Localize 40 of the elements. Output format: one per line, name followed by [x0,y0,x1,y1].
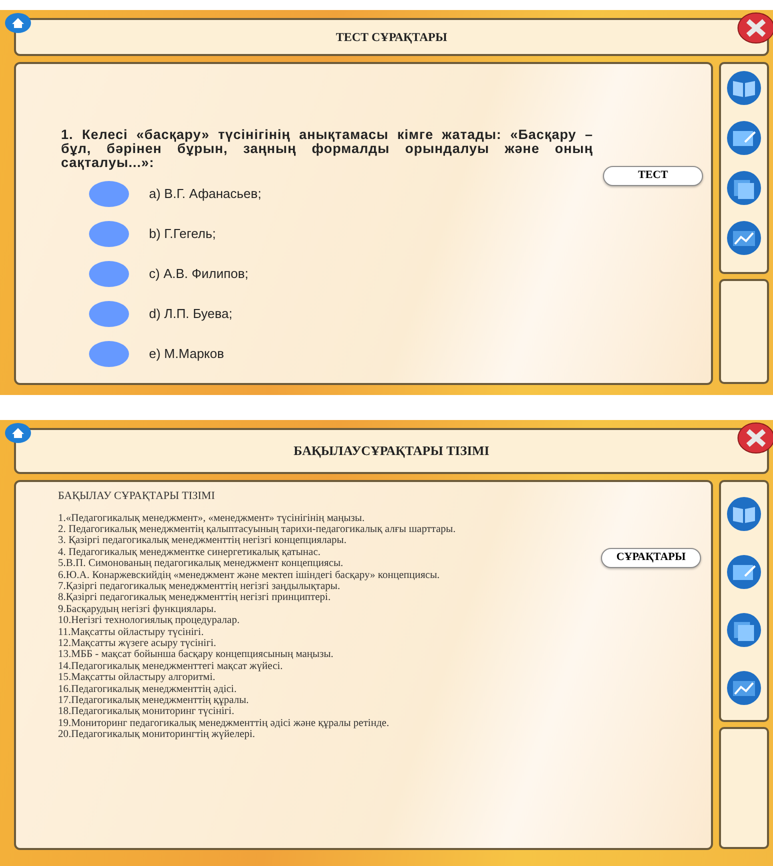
home-icon[interactable] [4,422,32,444]
answer-option-text: a) В.Г. Афанасьев; [149,184,262,203]
question-list-item: 20.Педагогикалық мониторингтің жүйелері. [58,729,256,741]
window-title: ТЕСТ СҰРАҚТАРЫ [336,29,448,46]
home-icon[interactable] [4,12,32,34]
question-list-item: 13.МББ - мақсат бойынша басқару концепциясының маңызы. [58,649,334,661]
window-title: БАҚЫЛАУСҰРАҚТАРЫ ТІЗІМІ [294,442,490,460]
list-heading: БАҚЫЛАУ СҰРАҚТАРЫ ТІЗІМІ [58,489,216,504]
question-text: 1. Келесі «басқару» түсінігінің анықтамасы кімге жатады: «Басқару – бұл, бәрінен бұрын, заңның формалды орындалуы және оның сақталуы...»: [61,128,593,171]
answer-option-text: b) Г.Гегель; [149,224,216,243]
question-list-item: 3. Қазіргі педагогикалық менеджменттің негізгі концепциялары. [58,535,348,547]
question-list-item: 19.Мониторинг педагогикалық менеджменттің әдісі және құралы ретінде. [58,718,390,730]
question-list-item: 1.«Педагогикалық менеджмент», «менеджмент» түсінігінің маңызы. [58,512,366,524]
close-icon[interactable] [737,422,773,454]
answer-radio[interactable] [89,340,129,367]
question-list-item: 10.Негізгі технологиялық процедуралар. [58,615,241,627]
close-icon[interactable] [737,12,773,44]
question-list-item: 7.Қазіргі педагогикалық менеджменттің негізгі заңдылықтары. [58,580,342,592]
question-list-item: 2. Педагогикалық менеджментің қалыптасуының тарихи-педагогикалық алғы шарттары. [58,524,457,536]
mode-button[interactable]: СҰРАҚТАРЫ [601,548,701,568]
answer-radio[interactable] [89,260,129,287]
question-list-item: 17.Педагогикалық менеджменттің құралы. [58,695,250,706]
mode-button[interactable]: ТЕСТ [603,166,703,186]
answer-radio[interactable] [89,300,129,327]
answer-radio[interactable] [89,220,129,247]
question-list-item: 14.Педагогикалық менеджменттегі мақсат жүйесі. [58,660,284,672]
question-list-item: 12.Мақсатты жүзеге асыру түсінігі. [58,638,218,650]
question-list-item: 4. Педагогикалық менеджментке синергетикалық қатынас. [58,546,322,558]
question-list-item: 11.Мақсатты ойластыру түсінігі. [58,626,205,638]
answer-option-text: d) Л.П. Буева; [149,304,232,323]
question-list-item: 18.Педагогикалық мониторинг түсінігі. [58,706,236,718]
question-list-item: 6.Ю.А. Конаржевскийдің «менеджмент және мектеп ішіндегі басқару» концепциясы. [58,570,441,581]
answer-radio[interactable] [89,180,129,207]
question-list-item: 8.Қазіргі педагогикалық менеджменттің негізгі принциптері. [58,592,332,604]
answer-option-text: c) А.В. Филипов; [149,264,248,283]
question-list-item: 16.Педагогикалық менеджменттің әдісі. [58,684,238,695]
answer-option-text: e) М.Марков [149,344,224,363]
question-list-item: 5.В.П. Симонованың педагогикалық менеджмент концепциясы. [58,558,344,570]
question-list-item: 9.Басқарудың негізгі функциялары. [58,604,218,616]
question-list-item: 15.Мақсатты ойластыру алгоритмі. [58,672,216,684]
